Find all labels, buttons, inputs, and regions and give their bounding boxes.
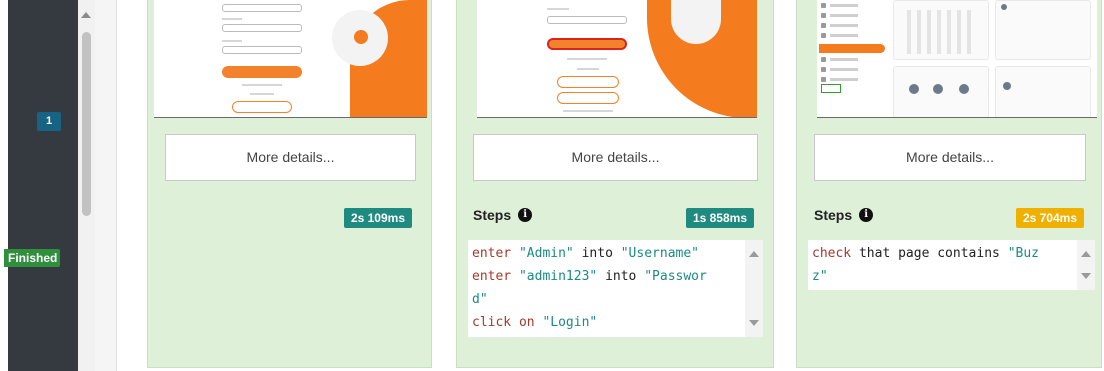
run-count-badge: 1 bbox=[37, 112, 61, 131]
scroll-up-arrow-icon[interactable] bbox=[81, 12, 91, 18]
scroll-down-arrow-icon[interactable] bbox=[1081, 273, 1091, 279]
scroll-thumb[interactable] bbox=[82, 32, 91, 216]
steps-heading: Steps i bbox=[473, 207, 533, 223]
gutter bbox=[95, 0, 117, 371]
duration-badge: 1s 858ms bbox=[685, 208, 754, 228]
step-screenshot-3[interactable] bbox=[817, 0, 1097, 118]
step-line-wrap: z" bbox=[812, 269, 828, 284]
buzz-highlight bbox=[821, 84, 841, 93]
left-rail: 1 Finished bbox=[0, 0, 78, 371]
more-details-button[interactable]: More details... bbox=[473, 134, 758, 181]
steps-scrollbar[interactable] bbox=[1077, 240, 1095, 290]
steps-scrollbar[interactable] bbox=[745, 240, 763, 337]
step-line: click on "Login" bbox=[472, 315, 598, 330]
page-scrollbar[interactable] bbox=[78, 0, 95, 371]
test-report-page: 1 Finished More details... 2s 109ms More… bbox=[0, 0, 1104, 371]
step-card-1: More details... 2s 109ms bbox=[147, 0, 432, 368]
duration-badge: 2s 109ms bbox=[343, 208, 412, 228]
steps-list[interactable]: check that page contains "Buz z" bbox=[808, 240, 1095, 290]
scroll-up-arrow-icon[interactable] bbox=[749, 251, 759, 257]
info-icon[interactable]: i bbox=[518, 208, 533, 222]
step-line: check that page contains "Buz bbox=[812, 246, 1039, 261]
password-field-thumb bbox=[547, 16, 627, 24]
step-line: enter "admin123" into "Passwor bbox=[472, 269, 707, 284]
step-line: enter "Admin" into "Username" bbox=[472, 246, 700, 261]
steps-list[interactable]: enter "Admin" into "Username" enter "adm… bbox=[468, 240, 763, 337]
login-button-thumb bbox=[547, 38, 627, 50]
more-details-button[interactable]: More details... bbox=[165, 134, 416, 181]
step-card-2: More details... Steps i 1s 858ms enter "… bbox=[456, 0, 774, 368]
info-icon[interactable]: i bbox=[859, 208, 874, 222]
nav-dashboard-active bbox=[819, 44, 885, 53]
step-card-3: More details... Steps i 2s 704ms check t… bbox=[796, 0, 1102, 368]
username-field-thumb bbox=[222, 4, 302, 12]
steps-heading: Steps i bbox=[814, 207, 874, 223]
scroll-up-arrow-icon[interactable] bbox=[1081, 251, 1091, 257]
login-button-thumb bbox=[222, 66, 302, 78]
step-line-wrap: d" bbox=[472, 292, 488, 307]
status-badge: Finished bbox=[4, 249, 60, 267]
scroll-down-arrow-icon[interactable] bbox=[749, 320, 759, 326]
more-details-button[interactable]: More details... bbox=[814, 134, 1086, 181]
step-screenshot-1[interactable] bbox=[154, 0, 427, 118]
step-screenshot-2[interactable] bbox=[477, 0, 757, 118]
duration-badge: 2s 704ms bbox=[1015, 208, 1084, 228]
